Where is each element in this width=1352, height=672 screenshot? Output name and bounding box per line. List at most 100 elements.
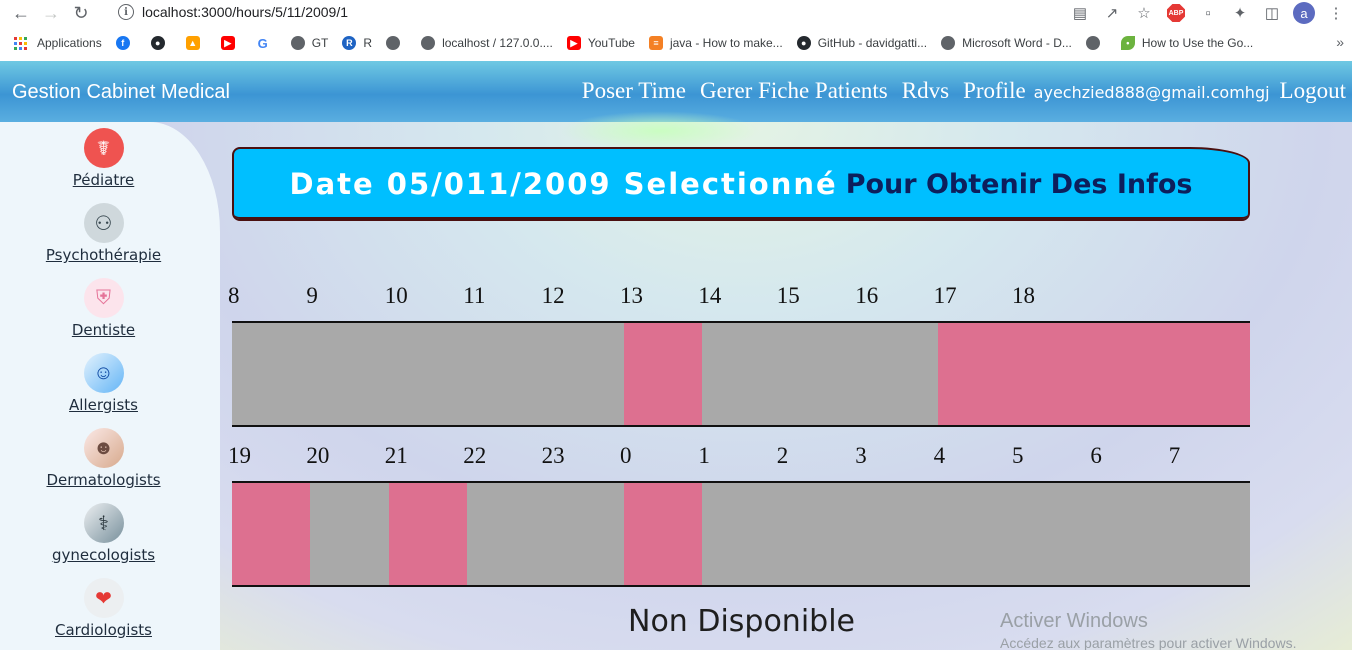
time-slot-unavailable[interactable] (780, 323, 860, 425)
side-panel-icon[interactable]: ◫ (1256, 0, 1288, 26)
heart-photo-icon: ❤ (83, 578, 124, 618)
page: Gestion Cabinet Medical Poser Time Gerer… (0, 61, 1352, 650)
hour-label: 15 (776, 283, 800, 308)
bookmark-globe-2[interactable] (1085, 36, 1107, 50)
time-slot-unavailable[interactable] (545, 323, 625, 425)
hour-label: 7 (1168, 443, 1181, 468)
time-slot-unavailable[interactable] (937, 483, 1017, 585)
sidebar-item-psychotherapie[interactable]: ⚇ Psychothérapie (0, 203, 207, 264)
time-slot-unavailable[interactable] (545, 483, 625, 585)
bookmark-github-davidgatti[interactable]: ● GitHub - davidgatti... (796, 36, 927, 50)
time-slot-unavailable[interactable] (702, 323, 782, 425)
time-slot-unavailable[interactable] (1016, 483, 1095, 585)
youtube-icon: ▶ (220, 36, 235, 50)
translate-icon[interactable]: ▤ (1064, 0, 1096, 26)
bookmark-r[interactable]: RR (342, 36, 372, 50)
main-nav: Poser Time Gerer Fiche Patients Rdvs Pro… (568, 78, 1346, 104)
hour-label: 1 (698, 443, 710, 468)
forward-icon[interactable]: → (36, 0, 66, 26)
brand-title[interactable]: Gestion Cabinet Medical (12, 81, 230, 104)
bookmark-globe[interactable] (386, 36, 407, 50)
globe-icon (1085, 36, 1100, 50)
sidebar-item-dermatologists[interactable]: ☻ Dermatologists (0, 428, 207, 489)
github-icon: ● (150, 36, 165, 50)
availability-status: Non Disponible (628, 604, 855, 639)
time-slot-available[interactable] (388, 483, 468, 585)
adblock-icon[interactable]: ABP (1160, 0, 1192, 26)
bookmark-applications[interactable]: Applications (14, 36, 102, 50)
bookmark-mongodb[interactable]: • How to Use the Go... (1120, 36, 1253, 50)
nav-gerer-fiche-patients[interactable]: Gerer Fiche Patients (700, 78, 888, 104)
sidebar-item-cardiologists[interactable]: ❤ Cardiologists (0, 578, 207, 639)
time-slot-available[interactable] (937, 323, 1017, 425)
time-slot-unavailable[interactable] (702, 483, 782, 585)
nav-profile[interactable]: Profile (963, 78, 1026, 104)
bookmark-gt[interactable]: GT (290, 36, 328, 50)
time-slot-unavailable[interactable] (1172, 483, 1250, 585)
bookmark-firebase[interactable]: ▲ (185, 36, 207, 50)
time-slot-unavailable[interactable] (310, 483, 390, 585)
time-slot-unavailable[interactable] (232, 323, 311, 425)
bookmark-youtube[interactable]: ▶ YouTube (566, 36, 635, 50)
time-slot-unavailable[interactable] (1094, 483, 1174, 585)
mongodb-leaf-icon: • (1120, 36, 1135, 50)
bookmark-star-icon[interactable]: ☆ (1128, 0, 1160, 26)
hour-label: 20 (306, 443, 330, 468)
doctor-child-icon: ☤ (83, 128, 124, 168)
sidebar-item-pediatre[interactable]: ☤ Pédiatre (0, 128, 207, 189)
nav-logout[interactable]: Logout (1280, 78, 1346, 104)
gynecology-photo-icon: ⚕ (83, 503, 124, 543)
time-slot-unavailable[interactable] (467, 323, 547, 425)
hour-label: 10 (384, 283, 408, 308)
url-text[interactable]: localhost:3000/hours/5/11/2009/1 (142, 4, 348, 20)
hour-label: 2 (776, 443, 789, 468)
hour-label: 16 (855, 283, 879, 308)
time-slot-unavailable[interactable] (780, 483, 860, 585)
sidebar-item-gynecologists[interactable]: ⚕ gynecologists (0, 503, 207, 564)
menu-kebab-icon[interactable]: ⋮ (1320, 0, 1352, 26)
app-header: Gestion Cabinet Medical Poser Time Gerer… (0, 61, 1352, 151)
bookmark-youtube-icon-only[interactable]: ▶ (220, 36, 242, 50)
hour-label: 13 (620, 283, 643, 308)
site-info-icon[interactable]: i (118, 4, 134, 20)
sidebar-item-dentiste[interactable]: ⛨ Dentiste (0, 278, 207, 339)
therapy-icon: ⚇ (83, 203, 124, 243)
extension-page-icon[interactable]: ▫ (1192, 0, 1224, 26)
extensions-puzzle-icon[interactable]: ✦ (1224, 0, 1256, 26)
time-slot-available[interactable] (624, 483, 703, 585)
hour-label: 0 (620, 443, 632, 468)
time-slot-available[interactable] (1016, 323, 1250, 425)
hour-label: 12 (541, 283, 565, 308)
hour-label: 17 (933, 283, 957, 308)
more-bookmarks-icon[interactable]: » (1336, 34, 1344, 50)
hour-label: 11 (463, 283, 486, 308)
hour-label: 18 (1012, 283, 1035, 308)
time-slot-unavailable[interactable] (859, 323, 939, 425)
bookmark-stackoverflow[interactable]: ≡ java - How to make... (648, 36, 783, 50)
bookmark-facebook[interactable]: f (115, 36, 137, 50)
back-icon[interactable]: ← (6, 0, 36, 26)
time-track-row-2 (232, 481, 1250, 587)
nav-poser-time[interactable]: Poser Time (582, 78, 686, 104)
reload-icon[interactable]: ↻ (66, 0, 96, 26)
sidebar-item-allergists[interactable]: ☺ Allergists (0, 353, 207, 414)
time-slot-unavailable[interactable] (859, 483, 939, 585)
time-slot-unavailable[interactable] (388, 323, 468, 425)
bookmark-google[interactable]: G (255, 36, 277, 51)
nav-rdvs[interactable]: Rdvs (902, 78, 949, 104)
address-bar[interactable]: i localhost:3000/hours/5/11/2009/1 (108, 1, 1008, 23)
allergist-photo-icon: ☺ (83, 353, 124, 393)
bookmark-msword[interactable]: Microsoft Word - D... (941, 36, 1072, 50)
share-icon[interactable]: ↗ (1096, 0, 1128, 26)
time-slot-unavailable[interactable] (467, 483, 547, 585)
bookmark-localhost[interactable]: localhost / 127.0.0.... (421, 36, 553, 50)
windows-activation-watermark: Activer Windows Accédez aux paramètres p… (1000, 610, 1297, 650)
time-slot-unavailable[interactable] (310, 323, 390, 425)
date-banner: Date 05/011/2009 Selectionné Pour Obteni… (232, 147, 1250, 221)
profile-avatar[interactable]: a (1288, 0, 1320, 26)
bookmark-github[interactable]: ● (150, 36, 172, 50)
time-slot-available[interactable] (232, 483, 311, 585)
hour-label: 8 (228, 283, 240, 308)
github-icon: ● (796, 36, 811, 50)
time-slot-available[interactable] (624, 323, 703, 425)
